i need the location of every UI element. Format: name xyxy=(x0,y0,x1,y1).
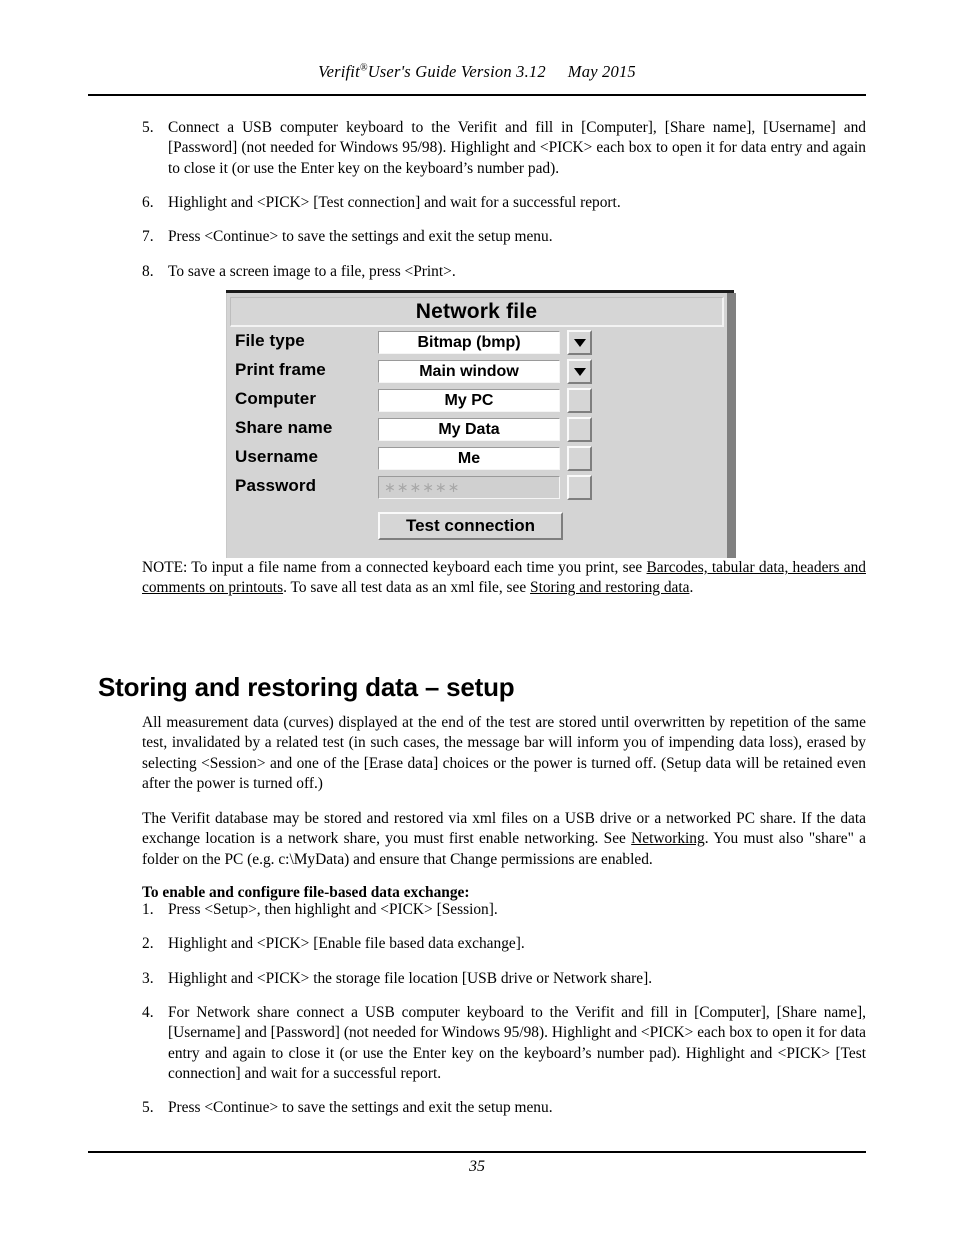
label-computer: Computer xyxy=(235,389,317,408)
bottom-numbered-list: 1. Press <Setup>, then highlight and <PIC… xyxy=(142,900,866,1119)
list-item: 7. Press <Continue> to save the settings … xyxy=(142,227,866,247)
footer-rule xyxy=(88,1151,866,1153)
label-username: Username xyxy=(235,447,319,466)
dropdown-print-frame[interactable] xyxy=(567,359,592,384)
field-computer[interactable]: My PC xyxy=(378,389,560,412)
list-text: Connect a USB computer keyboard to the V… xyxy=(168,119,866,177)
top-list-container: 5. Connect a USB computer keyboard to the… xyxy=(142,118,866,282)
list-text: Highlight and <PICK> [Enable file based … xyxy=(168,935,525,953)
list-marker: 7. xyxy=(142,228,154,246)
field-print-frame[interactable]: Main window xyxy=(378,360,560,383)
dropdown-file-type[interactable] xyxy=(567,330,592,355)
list-text: Highlight and <PICK> [Test connection] a… xyxy=(168,193,621,211)
list-text: For Network share connect a USB computer… xyxy=(168,1003,866,1082)
note-prefix: NOTE: To input a file name from a connec… xyxy=(142,559,647,576)
edit-button-username[interactable] xyxy=(567,446,592,471)
list-text: Highlight and <PICK> the storage file lo… xyxy=(168,969,653,987)
section-paragraph-1: All measurement data (curves) displayed … xyxy=(142,714,866,793)
list-marker: 8. xyxy=(142,262,154,280)
header-date: May 2015 xyxy=(567,62,636,81)
list-text: Press <Setup>, then highlight and <PICK>… xyxy=(168,901,498,918)
list-item: 5. Press <Continue> to save the settings … xyxy=(142,1098,866,1118)
chevron-down-icon xyxy=(573,367,586,376)
chevron-down-icon xyxy=(573,338,586,347)
list-item: 3. Highlight and <PICK> the storage file … xyxy=(142,969,866,989)
note-suffix: . xyxy=(689,579,694,597)
header-rule xyxy=(88,94,866,96)
row-password: Password ∗∗∗∗∗∗ xyxy=(227,474,728,503)
test-connection-button[interactable]: Test connection xyxy=(378,512,563,540)
list-item: 4. For Network share connect a USB comput… xyxy=(142,1003,866,1084)
section-body-container: All measurement data (curves) displayed … xyxy=(142,713,866,902)
bottom-list-container: 1. Press <Setup>, then highlight and <PIC… xyxy=(142,900,866,1119)
list-item: 2. Highlight and <PICK> [Enable file base… xyxy=(142,934,866,954)
field-password[interactable]: ∗∗∗∗∗∗ xyxy=(378,476,560,499)
note-paragraph: NOTE: To input a file name from a connec… xyxy=(142,558,866,599)
row-username: Username Me xyxy=(227,445,728,474)
network-file-dialog: Network file File type Bitmap (bmp) Prin… xyxy=(226,293,727,558)
page-header: Verifit®User's Guide Version 3.12 May 201… xyxy=(88,62,866,82)
edit-button-computer[interactable] xyxy=(567,388,592,413)
row-print-frame: Print frame Main window xyxy=(227,358,728,387)
document-page: Verifit®User's Guide Version 3.12 May 201… xyxy=(0,0,954,1235)
top-numbered-list: 5. Connect a USB computer keyboard to the… xyxy=(142,118,866,282)
list-marker: 2. xyxy=(142,935,154,953)
list-item: 5. Connect a USB computer keyboard to the… xyxy=(142,118,866,179)
field-file-type[interactable]: Bitmap (bmp) xyxy=(378,331,560,354)
edit-button-share-name[interactable] xyxy=(567,417,592,442)
list-marker: 6. xyxy=(142,193,154,211)
label-print-frame: Print frame xyxy=(235,360,326,379)
list-marker: 4. xyxy=(142,1003,154,1021)
field-share-name[interactable]: My Data xyxy=(378,418,560,441)
row-file-type: File type Bitmap (bmp) xyxy=(227,329,728,358)
note-container: NOTE: To input a file name from a connec… xyxy=(142,558,866,599)
list-marker: 3. xyxy=(142,969,154,987)
row-share-name: Share name My Data xyxy=(227,416,728,445)
label-file-type: File type xyxy=(235,331,305,350)
edit-button-password[interactable] xyxy=(567,475,592,500)
list-text: To save a screen image to a file, press … xyxy=(168,262,456,280)
list-marker: 5. xyxy=(142,1099,154,1117)
header-product: Verifit xyxy=(318,62,360,81)
row-computer: Computer My PC xyxy=(227,387,728,416)
section-heading-container: Storing and restoring data – setup xyxy=(98,672,866,703)
dialog-titlebar: Network file xyxy=(230,297,724,327)
list-item: 6. Highlight and <PICK> [Test connection]… xyxy=(142,193,866,213)
header-title: Verifit®User's Guide Version 3.12 May 201… xyxy=(88,62,866,82)
section-paragraph-2: The Verifit database may be stored and r… xyxy=(142,809,866,870)
registered-mark-icon: ® xyxy=(359,62,368,74)
page-number: 35 xyxy=(469,1158,485,1175)
field-username[interactable]: Me xyxy=(378,447,560,470)
list-marker: 5. xyxy=(142,119,154,136)
label-share-name: Share name xyxy=(235,418,333,437)
xref-storing-restoring-link[interactable]: Storing and restoring data xyxy=(530,579,689,596)
list-marker: 1. xyxy=(142,901,154,918)
dialog-title: Network file xyxy=(415,299,538,323)
list-text: Press <Continue> to save the settings an… xyxy=(168,1099,553,1117)
list-text: Press <Continue> to save the settings an… xyxy=(168,228,553,246)
page-title: Storing and restoring data – setup xyxy=(98,672,515,702)
dialog-drop-shadow xyxy=(727,293,736,558)
network-file-dialog-screenshot: Network file File type Bitmap (bmp) Prin… xyxy=(226,290,736,558)
list-item: 1. Press <Setup>, then highlight and <PIC… xyxy=(142,900,866,920)
dialog-field-rows: File type Bitmap (bmp) Print frame Main … xyxy=(227,329,728,503)
note-middle: . To save all test data as an xml file, … xyxy=(283,579,531,597)
header-guide-title: User's Guide Version 3.12 xyxy=(367,62,546,81)
label-password: Password xyxy=(235,476,317,495)
xref-networking-link[interactable]: Networking xyxy=(631,830,705,847)
list-item: 8. To save a screen image to a file, pres… xyxy=(142,262,866,282)
